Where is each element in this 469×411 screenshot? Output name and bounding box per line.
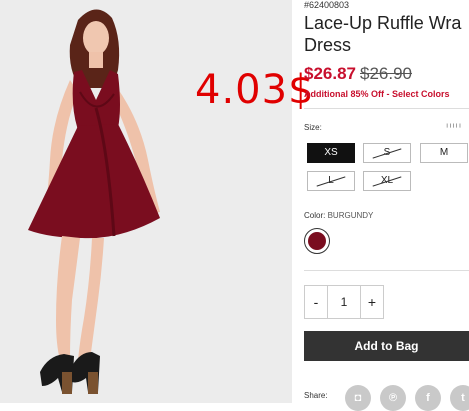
size-option-m[interactable]: M: [420, 143, 468, 163]
divider: [304, 108, 469, 109]
instagram-icon[interactable]: ◘: [345, 385, 371, 411]
quantity-decrease-button[interactable]: -: [305, 286, 328, 318]
size-option-s[interactable]: S: [363, 143, 411, 163]
size-option-xl[interactable]: XL: [363, 171, 411, 191]
quantity-stepper: - 1 +: [304, 285, 384, 319]
size-label: Size:: [304, 123, 322, 132]
product-title: Lace-Up Ruffle Wra Dress: [304, 12, 469, 56]
color-label: Color: BURGUNDY: [304, 211, 373, 220]
size-option-l[interactable]: L: [307, 171, 355, 191]
quantity-input[interactable]: 1: [327, 286, 361, 318]
product-sku: #62400803: [304, 0, 350, 10]
color-value: BURGUNDY: [327, 211, 374, 220]
original-price: $26.90: [360, 64, 412, 83]
overlay-price-text: 4.03$: [195, 67, 315, 113]
add-to-bag-button[interactable]: Add to Bag: [304, 331, 469, 361]
quantity-increase-button[interactable]: +: [360, 286, 383, 318]
ruler-icon[interactable]: ╵╵╵╵╵: [445, 124, 462, 132]
twitter-icon[interactable]: t: [450, 385, 469, 411]
color-swatch-fill: [308, 232, 326, 250]
size-option-label: M: [439, 147, 449, 158]
sale-price: $26.87: [304, 64, 356, 83]
product-title-line1: Lace-Up Ruffle Wra: [304, 13, 462, 33]
size-option-label: XS: [324, 147, 338, 158]
pinterest-icon[interactable]: ℗: [380, 385, 406, 411]
color-label-text: Color:: [304, 211, 326, 220]
price-row: $26.87 $26.90: [304, 64, 412, 84]
facebook-icon[interactable]: f: [415, 385, 441, 411]
size-option-xs[interactable]: XS: [307, 143, 355, 163]
divider: [304, 270, 469, 271]
product-title-line2: Dress: [304, 35, 352, 55]
share-label: Share:: [304, 391, 328, 400]
color-swatch-burgundy[interactable]: [304, 228, 330, 254]
promo-text: Additional 85% Off - Select Colors: [304, 89, 450, 99]
product-image: [0, 0, 292, 403]
